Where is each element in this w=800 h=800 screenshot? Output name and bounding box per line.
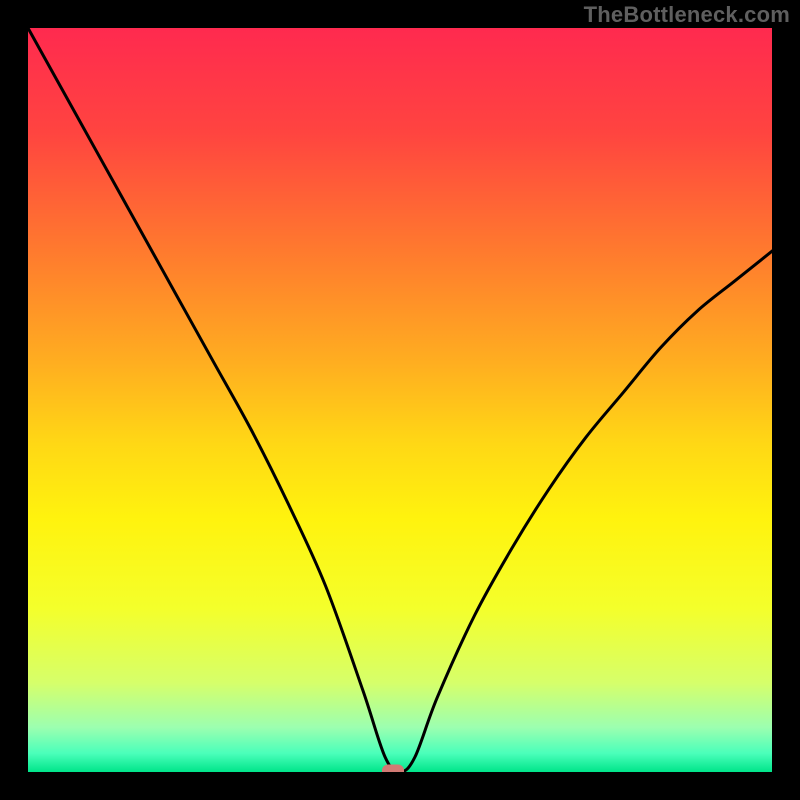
chart-svg [28,28,772,772]
chart-frame: TheBottleneck.com [0,0,800,800]
watermark-label: TheBottleneck.com [584,2,790,28]
optimal-point-marker [382,765,404,773]
chart-background [28,28,772,772]
plot-area [28,28,772,772]
